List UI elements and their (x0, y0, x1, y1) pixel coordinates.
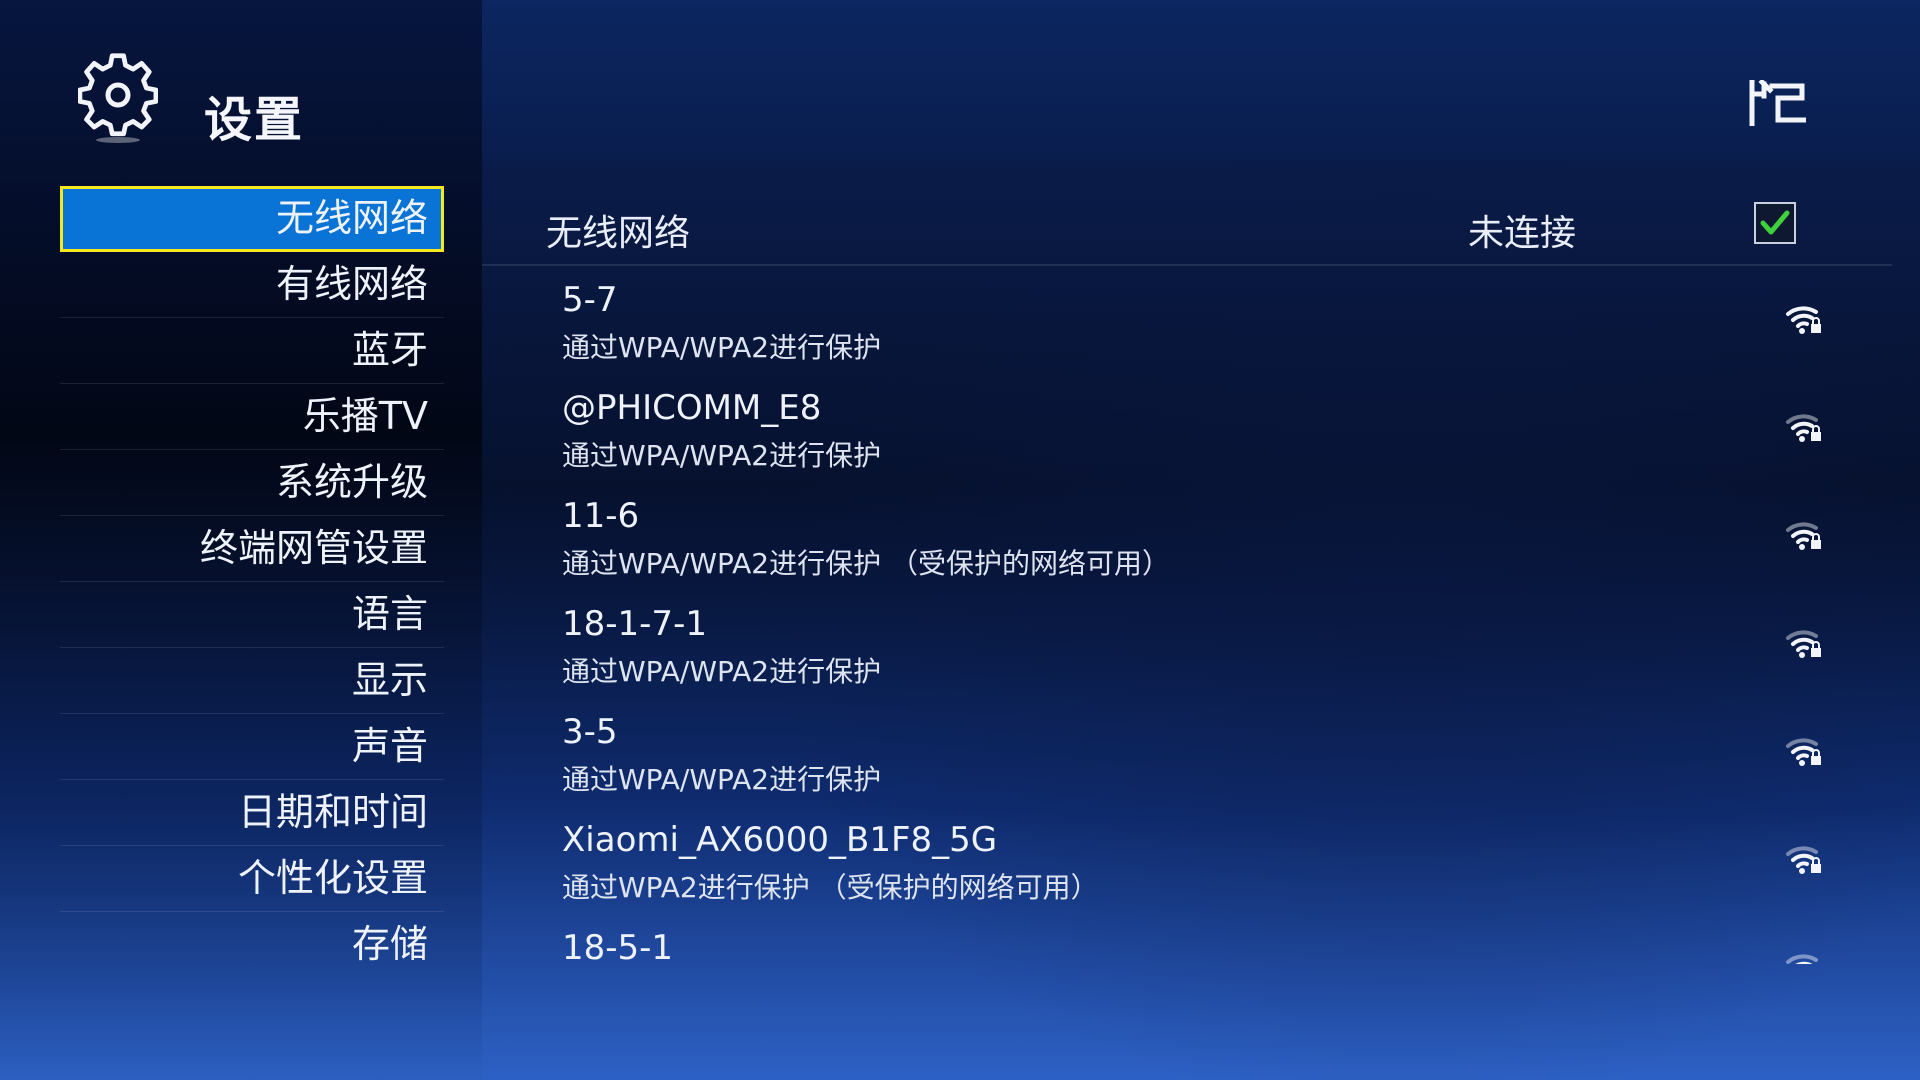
page-title: 设置 (204, 92, 305, 148)
sidebar-item-wireless[interactable]: 无线网络 (60, 186, 444, 252)
network-security: 通过WPA/WPA2进行保护 （受保护的网络可用） (562, 547, 1171, 580)
wifi-lock-icon (1786, 414, 1821, 442)
network-ssid: 5-7 (562, 280, 618, 320)
sidebar-item-label: 有线网络 (275, 262, 428, 306)
wifi-lock-icon (1786, 522, 1821, 550)
sidebar-item-wired[interactable]: 有线网络 (60, 252, 444, 318)
network-item[interactable]: 3-5 通过WPA/WPA2进行保护 (482, 704, 1892, 812)
wifi-lock-icon (1786, 846, 1821, 874)
sidebar-item-date-time[interactable]: 日期和时间 (60, 780, 444, 846)
brand-logo-icon (1749, 80, 1806, 126)
sidebar-item-label: 乐播TV (302, 394, 428, 438)
connection-status: 未连接 (1468, 213, 1577, 254)
network-ssid: 3-5 (562, 712, 618, 752)
sidebar-item-label: 个性化设置 (237, 856, 428, 900)
sidebar-item-label: 终端网管设置 (199, 526, 428, 570)
content-title: 无线网络 (546, 213, 691, 254)
network-ssid: 18-5-1 (562, 928, 674, 964)
wifi-enable-checkbox[interactable] (1754, 202, 1796, 244)
sidebar-item-terminal-management[interactable]: 终端网管设置 (60, 516, 444, 582)
sidebar-item-label: 系统升级 (275, 460, 428, 504)
sidebar-item-label: 无线网络 (275, 196, 428, 240)
network-security: 通过WPA/WPA2进行保护 (562, 655, 882, 688)
checkmark-icon (1760, 210, 1790, 235)
sidebar-item-label: 声音 (351, 724, 428, 768)
sidebar-item-sound[interactable]: 声音 (60, 714, 444, 780)
sidebar-item-language[interactable]: 语言 (60, 582, 444, 648)
sidebar-item-label: 语言 (351, 592, 428, 636)
gear-icon (78, 53, 158, 143)
sidebar-item-storage[interactable]: 存储 (60, 912, 444, 978)
sidebar-item-bluetooth[interactable]: 蓝牙 (60, 318, 444, 384)
network-item[interactable]: @PHICOMM_E8 通过WPA/WPA2进行保护 (482, 380, 1892, 488)
sidebar-item-display[interactable]: 显示 (60, 648, 444, 714)
sidebar-item-label: 蓝牙 (351, 328, 428, 372)
sidebar-item-lebo-tv[interactable]: 乐播TV (60, 384, 444, 450)
network-ssid: 18-1-7-1 (562, 604, 707, 644)
network-item[interactable]: 5-7 通过WPA/WPA2进行保护 (482, 272, 1892, 380)
sidebar-item-label: 日期和时间 (237, 790, 428, 834)
network-security: 通过WPA/WPA2进行保护 (562, 763, 882, 796)
wifi-lock-icon (1786, 630, 1821, 658)
network-list: 5-7 通过WPA/WPA2进行保护 @PHICOMM_E8 通过WPA/WPA… (482, 272, 1892, 964)
wifi-lock-icon (1786, 738, 1821, 766)
settings-sidebar: 无线网络 有线网络 蓝牙 乐播TV 系统升级 终端网管设置 语言 显示 声音 日… (60, 186, 444, 978)
network-item[interactable]: Xiaomi_AX6000_B1F8_5G 通过WPA2进行保护 （受保护的网络… (482, 812, 1892, 920)
sidebar-item-label: 存储 (351, 922, 428, 966)
network-item[interactable]: 11-6 通过WPA/WPA2进行保护 （受保护的网络可用） (482, 488, 1892, 596)
network-item[interactable]: 18-5-1 (482, 920, 1892, 964)
network-ssid: Xiaomi_AX6000_B1F8_5G (562, 820, 998, 860)
network-security: 通过WPA2进行保护 （受保护的网络可用） (562, 871, 1099, 904)
wifi-header-row: 无线网络 未连接 (482, 192, 1892, 266)
sidebar-item-personalization[interactable]: 个性化设置 (60, 846, 444, 912)
network-security: 通过WPA/WPA2进行保护 (562, 439, 882, 472)
sidebar-item-system-upgrade[interactable]: 系统升级 (60, 450, 444, 516)
network-ssid: 11-6 (562, 496, 640, 536)
sidebar-item-label: 显示 (351, 658, 428, 702)
wifi-lock-icon (1786, 954, 1818, 964)
network-item[interactable]: 18-1-7-1 通过WPA/WPA2进行保护 (482, 596, 1892, 704)
network-security: 通过WPA/WPA2进行保护 (562, 331, 882, 364)
wifi-lock-icon (1786, 306, 1821, 334)
network-ssid: @PHICOMM_E8 (562, 388, 822, 428)
